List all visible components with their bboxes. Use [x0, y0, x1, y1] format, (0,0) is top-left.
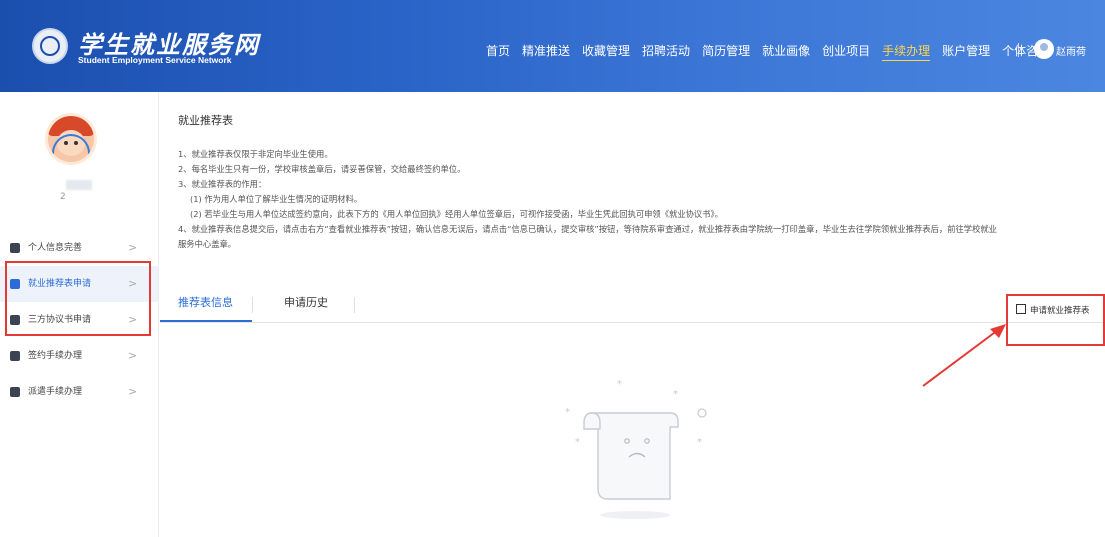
- sidebar-item-signing[interactable]: 签约手续办理 >: [0, 338, 158, 374]
- nav-home[interactable]: 首页: [486, 41, 510, 61]
- active-tab-indicator: [160, 320, 252, 322]
- user-name[interactable]: 赵雨荷: [1056, 43, 1086, 58]
- instructions: 1、就业推荐表仅限于非定向毕业生使用。 2、每名毕业生只有一份，学校审核盖章后，…: [178, 147, 1103, 252]
- user-icon: [10, 243, 20, 253]
- sidebar-item-dispatch[interactable]: 派遣手续办理 >: [0, 374, 158, 410]
- profile-id: 2: [60, 192, 66, 202]
- instruction-line: (2) 若毕业生与用人单位达成签约意向，此表下方的《用人单位回执》经用人单位签章…: [190, 209, 723, 219]
- tab-recommendation-info[interactable]: 推荐表信息: [178, 289, 233, 322]
- profile-name-blurred: [66, 180, 92, 190]
- svg-text:*: *: [697, 437, 702, 448]
- instruction-line: 1、就业推荐表仅限于非定向毕业生使用。: [178, 149, 333, 159]
- sidebar: 2 个人信息完善 > 就业推荐表申请 > 三方协议书申请 > 签约手续办理 > …: [0, 92, 159, 537]
- briefcase-icon: [10, 351, 20, 361]
- empty-state-icon: * * * * *: [565, 379, 707, 519]
- profile-avatar: [48, 116, 94, 162]
- annotation-highlight-box: [1006, 294, 1105, 346]
- nav-favorites[interactable]: 收藏管理: [582, 41, 630, 61]
- svg-text:*: *: [575, 437, 580, 448]
- instruction-line: 2、每名毕业生只有一份，学校审核盖章后，请妥善保管，交给最终签约单位。: [178, 164, 466, 174]
- sidebar-item-label: 派遣手续办理: [28, 387, 83, 397]
- nav-account[interactable]: 账户管理: [942, 41, 990, 61]
- instruction-line: 4、就业推荐表信息提交后，请点击右方“查看就业推荐表”按钮，确认信息无误后，请点…: [178, 224, 997, 234]
- tab-divider: [354, 297, 355, 313]
- tab-bar: 推荐表信息 申请历史: [160, 289, 1105, 323]
- tab-application-history[interactable]: 申请历史: [284, 289, 328, 322]
- page-title: 就业推荐表: [178, 114, 233, 127]
- nav-resume[interactable]: 简历管理: [702, 41, 750, 61]
- nav-startup[interactable]: 创业项目: [822, 41, 870, 61]
- svg-text:*: *: [565, 407, 570, 418]
- user-avatar-icon[interactable]: [1034, 39, 1054, 59]
- tab-divider: [252, 297, 253, 313]
- dispatch-icon: [10, 387, 20, 397]
- nav-employment-profile[interactable]: 就业画像: [762, 41, 810, 61]
- instruction-line: (1) 作为用人单位了解毕业生情况的证明材料。: [190, 194, 363, 204]
- annotation-arrow-icon: [922, 324, 1006, 387]
- school-emblem-logo[interactable]: [32, 28, 68, 64]
- nav-procedures[interactable]: 手续办理: [882, 42, 931, 61]
- svg-text:*: *: [673, 389, 678, 400]
- chevron-right-icon: >: [128, 349, 138, 362]
- nav-recruitment[interactable]: 招聘活动: [642, 41, 690, 61]
- nav-divider: [1018, 43, 1019, 57]
- nav-precise-push[interactable]: 精准推送: [522, 41, 570, 61]
- sidebar-item-label: 签约手续办理: [28, 351, 83, 361]
- main-nav: 首页 精准推送 收藏管理 招聘活动 简历管理 就业画像 创业项目 手续办理 账户管理 个体咨询: [486, 40, 1062, 61]
- instruction-line: 3、就业推荐表的作用：: [178, 179, 267, 189]
- svg-text:*: *: [617, 379, 622, 390]
- main-content: 就业推荐表 1、就业推荐表仅限于非定向毕业生使用。 2、每名毕业生只有一份，学校…: [160, 92, 1105, 537]
- chevron-right-icon: >: [128, 385, 138, 398]
- site-subtitle: Student Employment Service Network: [78, 55, 232, 65]
- top-header: 学生就业服务网 Student Employment Service Netwo…: [0, 0, 1105, 92]
- instruction-line: 服务中心盖章。: [178, 239, 237, 249]
- sidebar-item-label: 个人信息完善: [28, 243, 83, 253]
- annotation-highlight-box: [5, 261, 151, 336]
